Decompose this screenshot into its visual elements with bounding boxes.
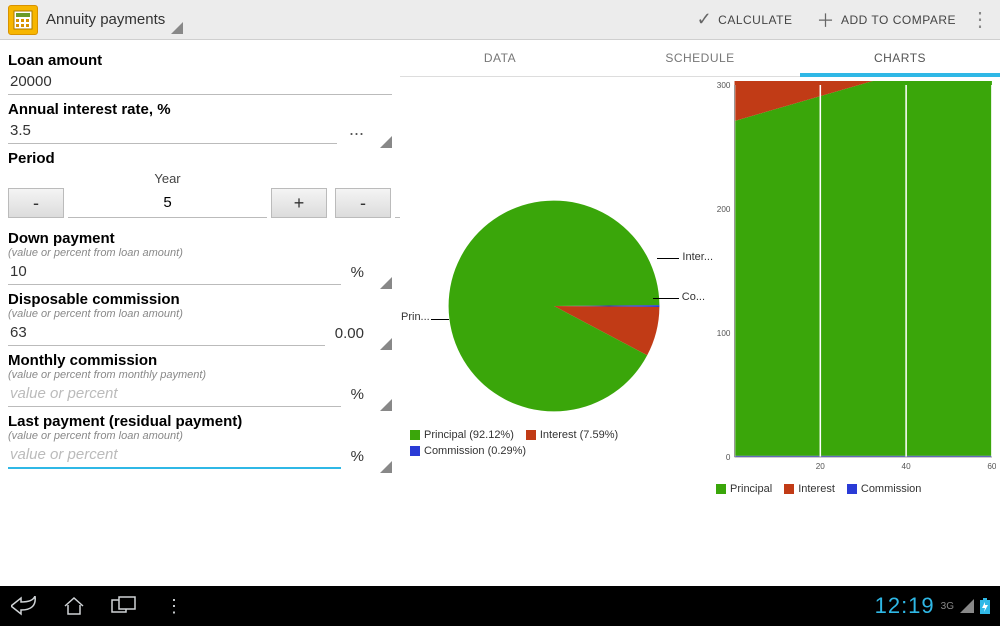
- svg-text:100: 100: [717, 329, 731, 338]
- period-label: Period: [8, 150, 392, 167]
- year-plus-button[interactable]: +: [271, 188, 327, 218]
- legend-principal: Principal (92.12%): [424, 429, 514, 441]
- area-chart: 0 100 200 300 20 40 60: [710, 81, 996, 481]
- pie-label-principal: Prin...: [401, 311, 430, 323]
- legend-commission: Commission (0.29%): [424, 445, 526, 457]
- svg-text:60: 60: [987, 462, 996, 471]
- disp-commission-input[interactable]: [8, 320, 325, 346]
- down-payment-hint: (value or percent from loan amount): [8, 247, 392, 259]
- svg-text:300: 300: [717, 81, 731, 90]
- down-expand-icon[interactable]: [380, 277, 392, 289]
- disp-expand-icon[interactable]: [380, 338, 392, 350]
- loan-amount-input[interactable]: [8, 69, 392, 95]
- check-icon: ✓: [697, 9, 713, 30]
- svg-text:200: 200: [717, 205, 731, 214]
- last-unit: %: [347, 448, 370, 469]
- pie-label-commission: Co...: [682, 291, 705, 303]
- rate-input[interactable]: [8, 118, 337, 144]
- legend-interest: Interest (7.59%): [540, 429, 618, 441]
- add-compare-label: ADD TO COMPARE: [841, 13, 956, 27]
- last-expand-icon[interactable]: [380, 461, 392, 473]
- monthly-commission-input[interactable]: [8, 381, 341, 407]
- tab-data[interactable]: DATA: [400, 40, 600, 76]
- last-payment-hint: (value or percent from loan amount): [8, 430, 392, 442]
- disp-commission-hint: (value or percent from loan amount): [8, 308, 392, 320]
- sys-network-icon: 3G: [941, 601, 954, 612]
- tab-schedule[interactable]: SCHEDULE: [600, 40, 800, 76]
- svg-text:0: 0: [726, 453, 731, 462]
- add-to-compare-button[interactable]: ＋ ADD TO COMPARE: [804, 0, 968, 40]
- sys-menu-button[interactable]: ⋮: [160, 592, 188, 620]
- sys-home-button[interactable]: [60, 592, 88, 620]
- last-payment-label: Last payment (residual payment): [8, 413, 392, 430]
- area-legend-interest: Interest: [798, 483, 835, 495]
- tab-charts[interactable]: CHARTS: [800, 40, 1000, 76]
- plus-icon: ＋: [816, 7, 835, 33]
- sys-clock: 12:19: [875, 593, 935, 619]
- year-label: Year: [8, 171, 327, 186]
- svg-text:40: 40: [902, 462, 912, 471]
- input-form: Loan amount Annual interest rate, % ... …: [0, 40, 400, 586]
- down-payment-label: Down payment: [8, 230, 392, 247]
- disp-extra: 0.00: [331, 325, 370, 346]
- sys-battery-icon: [980, 598, 990, 614]
- pie-label-interest: Inter...: [682, 251, 713, 263]
- loan-amount-label: Loan amount: [8, 52, 392, 69]
- sys-signal-icon: [960, 599, 974, 613]
- area-legend-principal: Principal: [730, 483, 772, 495]
- monthly-commission-hint: (value or percent from monthly payment): [8, 369, 392, 381]
- pie-legend: Principal (92.12%) Interest (7.59%) Comm…: [404, 427, 704, 459]
- sys-recents-button[interactable]: [110, 592, 138, 620]
- calculate-label: CALCULATE: [718, 13, 792, 27]
- area-legend: Principal Interest Commission: [710, 481, 996, 497]
- rate-label: Annual interest rate, %: [8, 101, 392, 118]
- pie-chart: Prin... Inter... Co...: [439, 191, 669, 421]
- area-legend-commission: Commission: [861, 483, 922, 495]
- rate-more-button[interactable]: ...: [343, 119, 370, 144]
- rate-expand-icon[interactable]: [380, 136, 392, 148]
- calculate-button[interactable]: ✓ CALCULATE: [685, 0, 805, 40]
- month-minus-button[interactable]: -: [335, 188, 391, 218]
- last-payment-input[interactable]: [8, 442, 341, 469]
- down-payment-input[interactable]: [8, 259, 341, 285]
- monthly-commission-label: Monthly commission: [8, 352, 392, 369]
- sys-back-button[interactable]: [10, 592, 38, 620]
- overflow-menu-button[interactable]: ⋮: [968, 7, 992, 32]
- down-unit: %: [347, 264, 370, 285]
- app-icon: [8, 5, 38, 35]
- svg-text:20: 20: [816, 462, 826, 471]
- mode-dropdown[interactable]: Annuity payments: [46, 11, 183, 28]
- year-minus-button[interactable]: -: [8, 188, 64, 218]
- monthly-expand-icon[interactable]: [380, 399, 392, 411]
- disp-commission-label: Disposable commission: [8, 291, 392, 308]
- year-input[interactable]: [68, 188, 267, 218]
- monthly-unit: %: [347, 386, 370, 407]
- month-label: Month: [335, 171, 400, 186]
